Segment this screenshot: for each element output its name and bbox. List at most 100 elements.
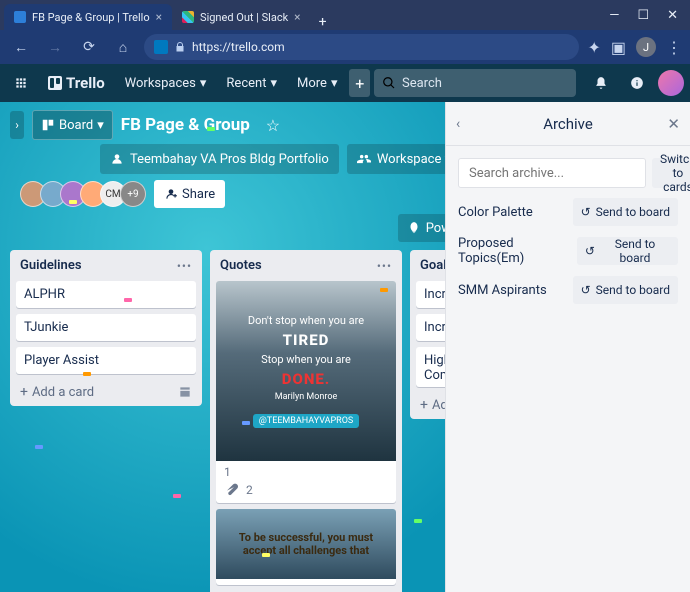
member-overflow[interactable]: +9: [120, 181, 146, 207]
share-button[interactable]: Share: [154, 180, 225, 208]
archive-close-button[interactable]: ✕: [667, 115, 680, 133]
list-card[interactable]: Player Assist: [16, 347, 196, 374]
list-card[interactable]: ALPHR: [16, 281, 196, 308]
template-icon[interactable]: [178, 385, 192, 399]
send-to-board-button[interactable]: ↺ Send to board: [577, 237, 678, 265]
chevron-down-icon: ▾: [270, 76, 277, 91]
star-board-button[interactable]: ☆: [258, 110, 288, 140]
notifications-button[interactable]: [586, 69, 616, 97]
nav-reload-button[interactable]: ⟳: [76, 34, 102, 60]
archive-header: ‹ Archive ✕: [446, 102, 690, 146]
workspace-pill[interactable]: Teembahay VA Pros Bldg Portfolio: [100, 144, 339, 174]
list-title[interactable]: Goal: [420, 258, 447, 273]
restore-icon: ↺: [581, 283, 591, 297]
send-label: Send to board: [596, 283, 670, 297]
archive-item: Color Palette ↺ Send to board: [458, 198, 678, 226]
create-button[interactable]: +: [349, 69, 370, 97]
workspaces-menu[interactable]: Workspaces▾: [117, 69, 215, 97]
archive-title: Archive: [543, 115, 593, 133]
nav-back-button[interactable]: ←: [8, 34, 34, 60]
list-card-quote[interactable]: To be successful, you must accept all ch…: [216, 509, 396, 585]
plus-icon: +: [20, 384, 28, 400]
window-minimize-icon[interactable]: —: [609, 8, 619, 23]
archive-switch-button[interactable]: Switch to cards: [652, 158, 690, 188]
info-button[interactable]: [622, 69, 652, 97]
quote-line: Don't stop when you are: [248, 314, 364, 327]
send-label: Send to board: [600, 237, 670, 265]
list-card[interactable]: TJunkie: [16, 314, 196, 341]
send-to-board-button[interactable]: ↺ Send to board: [573, 276, 678, 304]
bell-icon: [594, 76, 608, 90]
send-label: Send to board: [596, 205, 670, 219]
card-badges: 1: [216, 461, 396, 479]
add-card-button[interactable]: +Add a card: [16, 380, 196, 400]
profile-avatar[interactable]: J: [636, 37, 656, 57]
quote-word: TIRED: [283, 331, 330, 349]
user-plus-icon: [164, 187, 178, 201]
sidepanel-icon[interactable]: ▣: [611, 38, 626, 57]
list-title[interactable]: Quotes: [220, 258, 262, 273]
browser-menu-icon[interactable]: ⋮: [666, 38, 682, 57]
quote-author: Marilyn Monroe: [275, 392, 337, 402]
apps-menu-button[interactable]: [6, 69, 36, 97]
archive-panel: ‹ Archive ✕ Switch to cards Color Palett…: [445, 102, 690, 592]
archive-item: Proposed Topics(Em) ↺Send to board: [458, 236, 678, 266]
favicon-slack: [182, 11, 194, 23]
browser-tabs: FB Page & Group | Trello × Signed Out | …: [4, 0, 335, 30]
archive-item-name: SMM Aspirants: [458, 283, 547, 298]
recent-menu[interactable]: Recent▾: [218, 69, 285, 97]
nav-home-button[interactable]: ⌂: [110, 34, 136, 60]
tab-close-icon[interactable]: ×: [156, 10, 162, 24]
people-icon: [110, 152, 124, 166]
rocket-icon: [407, 221, 421, 235]
share-label: Share: [182, 187, 215, 202]
list-menu-icon[interactable]: •••: [177, 259, 192, 273]
quote-text: To be successful, you must accept all ch…: [222, 531, 390, 557]
board-view-switcher[interactable]: Board ▾: [32, 110, 113, 140]
address-bar[interactable]: [144, 34, 579, 60]
trello-logo[interactable]: Trello: [40, 69, 113, 97]
archive-search-input[interactable]: [458, 158, 646, 188]
browser-extensions: ✦ ▣ J ⋮: [587, 37, 682, 57]
window-maximize-icon[interactable]: ☐: [637, 8, 649, 23]
nav-forward-button[interactable]: →: [42, 34, 68, 60]
browser-tab-active[interactable]: FB Page & Group | Trello ×: [4, 4, 172, 30]
more-menu[interactable]: More▾: [289, 69, 345, 97]
board-icon: [41, 118, 55, 132]
restore-icon: ↺: [581, 205, 591, 219]
url-input[interactable]: [192, 40, 569, 54]
favicon-trello: [14, 11, 26, 23]
archive-back-button[interactable]: ‹: [456, 116, 460, 132]
new-tab-button[interactable]: +: [311, 14, 335, 30]
trello-header: Trello Workspaces▾ Recent▾ More▾ +: [0, 64, 690, 102]
window-titlebar: FB Page & Group | Trello × Signed Out | …: [0, 0, 690, 30]
restore-icon: ↺: [585, 244, 595, 258]
list-title[interactable]: Guidelines: [20, 258, 82, 273]
list-menu-icon[interactable]: •••: [377, 259, 392, 273]
archive-body: Switch to cards Color Palette ↺ Send to b…: [446, 146, 690, 316]
tab-close-icon[interactable]: ×: [294, 10, 300, 24]
browser-tab[interactable]: Signed Out | Slack ×: [172, 4, 311, 30]
card-cover-image: Don't stop when you are TIRED Stop when …: [216, 281, 396, 461]
list-card-quote[interactable]: Don't stop when you are TIRED Stop when …: [216, 281, 396, 503]
header-search[interactable]: [374, 69, 576, 97]
attach-count: 2: [246, 483, 253, 497]
board-collapse-button[interactable]: ›: [10, 111, 24, 139]
archive-item-name: Color Palette: [458, 205, 533, 220]
search-icon: [382, 76, 396, 90]
send-to-board-button[interactable]: ↺ Send to board: [573, 198, 678, 226]
window-close-icon[interactable]: ✕: [667, 8, 678, 23]
plus-icon: +: [420, 397, 428, 413]
site-favicon: [154, 40, 168, 54]
trello-brick-icon: [48, 76, 62, 90]
extensions-icon[interactable]: ✦: [587, 38, 600, 57]
card-cover-image: To be successful, you must accept all ch…: [216, 509, 396, 579]
view-label: Board: [59, 118, 93, 133]
board-title[interactable]: FB Page & Group: [121, 115, 250, 135]
user-avatar[interactable]: [658, 70, 684, 96]
brand-text: Trello: [66, 74, 105, 92]
menu-label: More: [297, 76, 327, 91]
archive-item: SMM Aspirants ↺ Send to board: [458, 276, 678, 304]
search-input[interactable]: [402, 76, 568, 91]
member-stack[interactable]: CM +9: [20, 181, 146, 207]
